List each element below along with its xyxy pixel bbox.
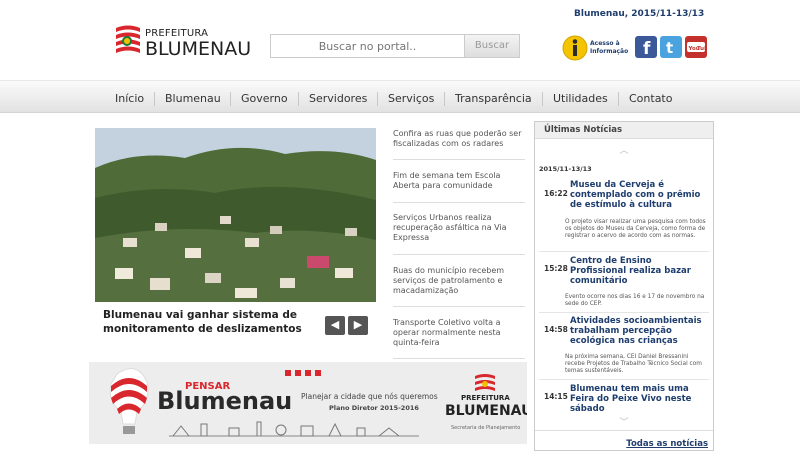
facebook-icon[interactable]: f	[635, 36, 657, 59]
nav-item-blumenau[interactable]: Blumenau	[165, 92, 221, 105]
search-button[interactable]: Buscar	[464, 35, 519, 57]
all-news-link[interactable]: Todas as notícias	[626, 439, 708, 449]
news-desc: O projeto visar realizar uma pesquisa co…	[565, 219, 706, 239]
hero-caption[interactable]: Blumenau vai ganhar sistema de monitoram…	[103, 308, 323, 336]
info-access-icon[interactable]	[562, 35, 588, 61]
side-news-item[interactable]: Transporte Coletivo volta a operar norma…	[393, 318, 525, 348]
news-title[interactable]: Blumenau tem mais uma Feira do Peixe Viv…	[570, 384, 710, 414]
side-news-item[interactable]: Serviços Urbanos realiza recuperação asf…	[393, 213, 525, 243]
banner-org-sub: Secretaria de Planejamento	[451, 425, 521, 431]
info-access-label[interactable]: Acesso à Informação	[590, 40, 630, 56]
main-nav: Início Blumenau Governo Servidores Servi…	[0, 80, 800, 113]
news-title[interactable]: Atividades socioambientais trabalham per…	[570, 316, 710, 346]
arrow-left-icon: ◀	[330, 318, 340, 331]
divider	[393, 358, 525, 359]
nav-divider	[154, 92, 155, 106]
divider	[393, 254, 525, 255]
scroll-up-icon[interactable]: ︿	[535, 143, 713, 156]
side-news-item[interactable]: Fim de semana tem Escola Aberta para com…	[393, 171, 525, 191]
prev-arrow-button[interactable]: ◀	[325, 316, 345, 335]
divider	[539, 251, 709, 252]
youtube-icon[interactable]: You Tube	[685, 36, 712, 58]
news-time: 15:28	[544, 264, 568, 273]
nav-divider	[230, 92, 231, 106]
latest-news-panel: Últimas Notícias ︿ 2015/11-13/13 16:22 M…	[534, 121, 714, 451]
next-arrow-button[interactable]: ▶	[348, 316, 368, 335]
banner-tagline: Planejar a cidade que nós queremos	[301, 392, 438, 401]
news-title[interactable]: Centro de Ensino Profissional realiza ba…	[570, 256, 710, 286]
divider	[393, 202, 525, 203]
latest-news-title: Últimas Notícias	[535, 122, 713, 139]
scroll-down-icon[interactable]: ﹀	[535, 415, 713, 428]
nav-item-inicio[interactable]: Início	[115, 92, 144, 105]
logo[interactable]: PREFEITURA BLUMENAU	[114, 24, 254, 60]
header: PREFEITURA BLUMENAU Blumenau, 2015/11-13…	[0, 0, 800, 80]
nav-divider	[618, 92, 619, 106]
latest-news-date: 2015/11-13/13	[539, 165, 592, 173]
logo-big-text: BLUMENAU	[145, 38, 252, 60]
nav-divider	[542, 92, 543, 106]
nav-item-contato[interactable]: Contato	[629, 92, 672, 105]
header-date: Blumenau, 2015/11-13/13	[574, 9, 705, 19]
banner-subtitle: Plano Diretor 2015-2016	[329, 404, 419, 412]
nav-item-servidores[interactable]: Servidores	[309, 92, 367, 105]
arrow-right-icon: ▶	[353, 318, 363, 331]
divider	[539, 379, 709, 380]
logo-flag-icon	[116, 25, 140, 53]
side-news-item[interactable]: Ruas do município recebem serviços de pa…	[393, 266, 525, 296]
nav-item-servicos[interactable]: Serviços	[388, 92, 434, 105]
side-news-item[interactable]: Confira as ruas que poderão ser fiscaliz…	[393, 129, 525, 149]
news-time: 14:58	[544, 325, 568, 334]
plano-diretor-banner[interactable]: PENSAR Blumenau Planejar a cidade que nó…	[89, 362, 527, 444]
news-time: 14:15	[544, 392, 568, 401]
svg-text:Tube: Tube	[697, 46, 707, 52]
nav-divider	[298, 92, 299, 106]
hero-image[interactable]	[95, 128, 376, 302]
divider	[393, 306, 525, 307]
panel-footer: Todas as notícias	[535, 430, 713, 450]
nav-divider	[444, 92, 445, 106]
divider	[539, 312, 709, 313]
news-desc: Evento ocorre nos dias 16 e 17 de novemb…	[565, 294, 705, 307]
news-title[interactable]: Museu da Cerveja é contemplado com o prê…	[570, 180, 710, 210]
divider	[393, 159, 525, 160]
nav-divider	[377, 92, 378, 106]
banner-org-big: BLUMENAU	[445, 403, 527, 419]
news-time: 16:22	[544, 189, 568, 198]
nav-item-transparencia[interactable]: Transparência	[455, 92, 532, 105]
nav-item-governo[interactable]: Governo	[241, 92, 288, 105]
search-input[interactable]	[271, 35, 464, 57]
svg-text:t: t	[666, 39, 673, 57]
news-desc: Na próxima semana, CEI Daniel Bressanini…	[565, 354, 702, 374]
banner-title-big: Blumenau	[157, 387, 293, 415]
banner-org-small: PREFEITURA	[461, 394, 510, 402]
twitter-icon[interactable]: t	[660, 36, 682, 58]
nav-item-utilidades[interactable]: Utilidades	[553, 92, 608, 105]
search-box: Buscar	[270, 34, 520, 58]
svg-text:f: f	[643, 39, 651, 58]
